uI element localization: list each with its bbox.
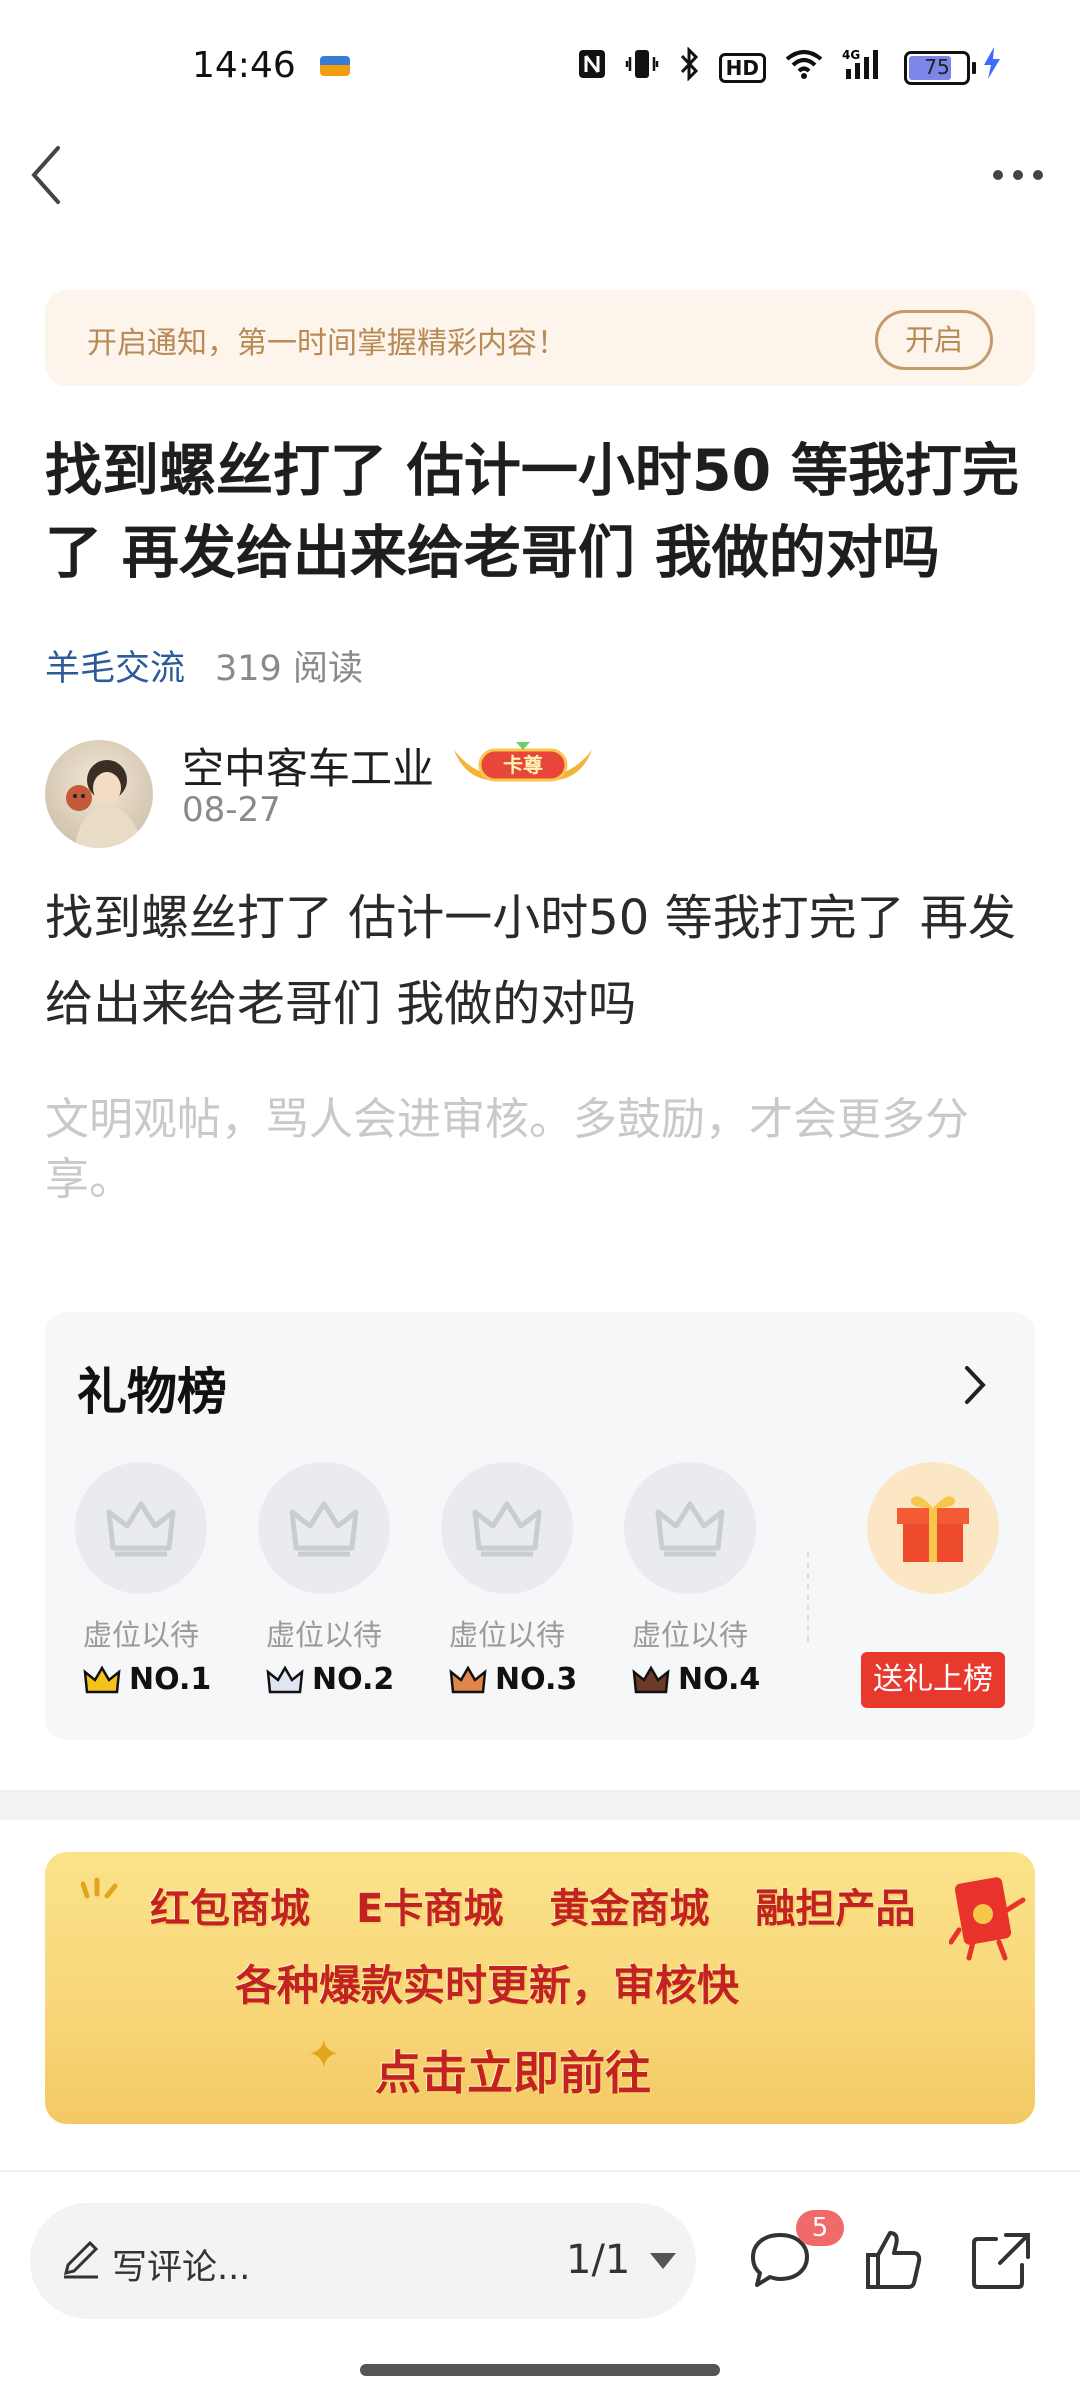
gift-slot-2[interactable]: 虚位以待 NO.2	[258, 1462, 394, 1722]
promo-categories: 红包商城 E卡商城 黄金商城 融担产品	[150, 1876, 915, 1934]
bluetooth-icon	[677, 45, 701, 89]
signal-4g-icon: 4G	[842, 47, 886, 89]
back-icon[interactable]	[22, 140, 82, 210]
page-indicator[interactable]: 1/1	[566, 2237, 630, 2283]
more-options-icon[interactable]	[988, 150, 1048, 200]
promo-item: E卡商城	[356, 1886, 504, 1932]
empty-slot-crown-icon	[75, 1462, 207, 1594]
divider	[807, 1552, 809, 1642]
slot-label: 虚位以待	[448, 1618, 565, 1652]
post-date: 08-27	[182, 790, 281, 830]
promo-item: 融担产品	[755, 1886, 916, 1932]
battery-level: 75	[924, 54, 950, 79]
vip-badge-text: 卡尊	[503, 753, 543, 777]
gift-leaderboard: 礼物榜 虚位以待 NO.1 虚位以待 NO.2 虚位以待 NO.3 虚位以待 N…	[45, 1312, 1035, 1740]
like-icon[interactable]	[858, 2225, 928, 2295]
home-indicator[interactable]	[360, 2364, 720, 2376]
send-gift-button[interactable]: 送礼上榜	[861, 1652, 1005, 1708]
crown-dark-icon	[632, 1665, 670, 1693]
divider	[0, 2170, 1080, 2172]
section-divider	[0, 1790, 1080, 1820]
notification-prompt-text: 开启通知，第一时间掌握精彩内容！	[87, 326, 567, 361]
vip-badge: 卡尊	[450, 740, 596, 784]
promo-tagline: 各种爆款实时更新，审核快	[235, 1961, 740, 2010]
gift-slot-1[interactable]: 虚位以待 NO.1	[75, 1462, 211, 1722]
civility-hint: 文明观帖，骂人会进审核。多鼓励，才会更多分享。	[45, 1094, 969, 1205]
status-bar: 14:46 HD 4G 75	[0, 0, 1080, 135]
wifi-icon	[784, 48, 824, 88]
comment-placeholder: 写评论...	[112, 2248, 251, 2288]
vibrate-icon	[625, 47, 659, 89]
status-time: 14:46	[192, 45, 296, 86]
gift-box-icon[interactable]	[867, 1462, 999, 1594]
avatar[interactable]	[45, 740, 153, 848]
red-envelope-icon	[948, 1870, 1027, 1962]
rank-label: NO.4	[632, 1662, 762, 1697]
rank-label: NO.2	[266, 1662, 396, 1697]
nfc-icon	[577, 48, 607, 88]
notification-prompt: 开启通知，第一时间掌握精彩内容！ 开启	[45, 290, 1035, 386]
enable-notification-button[interactable]: 开启	[875, 310, 993, 370]
comment-count-badge: 5	[796, 2210, 844, 2246]
crown-bronze-icon	[449, 1665, 487, 1693]
sparkle-lines-icon	[80, 1876, 121, 1906]
comment-input[interactable]: 写评论... 1/1	[30, 2203, 696, 2319]
slot-label: 虚位以待	[631, 1618, 748, 1652]
crown-gold-icon	[83, 1665, 121, 1693]
rank-label: NO.1	[83, 1662, 213, 1697]
promo-item: 黄金商城	[549, 1886, 710, 1932]
caret-down-icon[interactable]	[650, 2253, 676, 2269]
slot-label: 虚位以待	[265, 1618, 382, 1652]
gift-slot-4[interactable]: 虚位以待 NO.4	[624, 1462, 760, 1722]
hd-icon: HD	[718, 52, 766, 83]
author-name[interactable]: 空中客车工业	[182, 735, 434, 796]
read-count: 319 阅读	[215, 649, 363, 689]
empty-slot-crown-icon	[258, 1462, 390, 1594]
category-link[interactable]: 羊毛交流	[45, 640, 185, 691]
post-meta: 羊毛交流 319 阅读	[45, 640, 363, 691]
post-title: 找到螺丝打了 估计一小时50 等我打完了 再发给出来给老哥们 我做的对吗	[45, 438, 1020, 586]
post-body: 找到螺丝打了 估计一小时50 等我打完了 再发给出来给老哥们 我做的对吗	[45, 890, 1016, 1032]
app-notification-icon	[320, 56, 350, 76]
slot-label: 虚位以待	[82, 1618, 199, 1652]
pencil-icon	[60, 2239, 102, 2281]
crown-silver-icon	[266, 1665, 304, 1693]
promo-cta: 点击立即前往	[375, 2046, 651, 2100]
gift-slot-3[interactable]: 虚位以待 NO.3	[441, 1462, 577, 1722]
promo-banner[interactable]: 红包商城 E卡商城 黄金商城 融担产品 各种爆款实时更新，审核快 ✦ 点击立即前…	[45, 1852, 1035, 2124]
status-icons: HD 4G 75	[577, 45, 1002, 89]
empty-slot-crown-icon	[441, 1462, 573, 1594]
battery-icon: 75	[904, 46, 1002, 89]
charging-icon	[982, 46, 1002, 89]
share-icon[interactable]	[966, 2225, 1036, 2295]
svg-text:4G: 4G	[842, 48, 860, 62]
chevron-right-icon[interactable]	[955, 1360, 995, 1410]
empty-slot-crown-icon	[624, 1462, 756, 1594]
star-icon: ✦	[307, 2032, 341, 2078]
rank-label: NO.3	[449, 1662, 579, 1697]
gift-leaderboard-title: 礼物榜	[77, 1363, 227, 1421]
promo-item: 红包商城	[150, 1886, 310, 1932]
